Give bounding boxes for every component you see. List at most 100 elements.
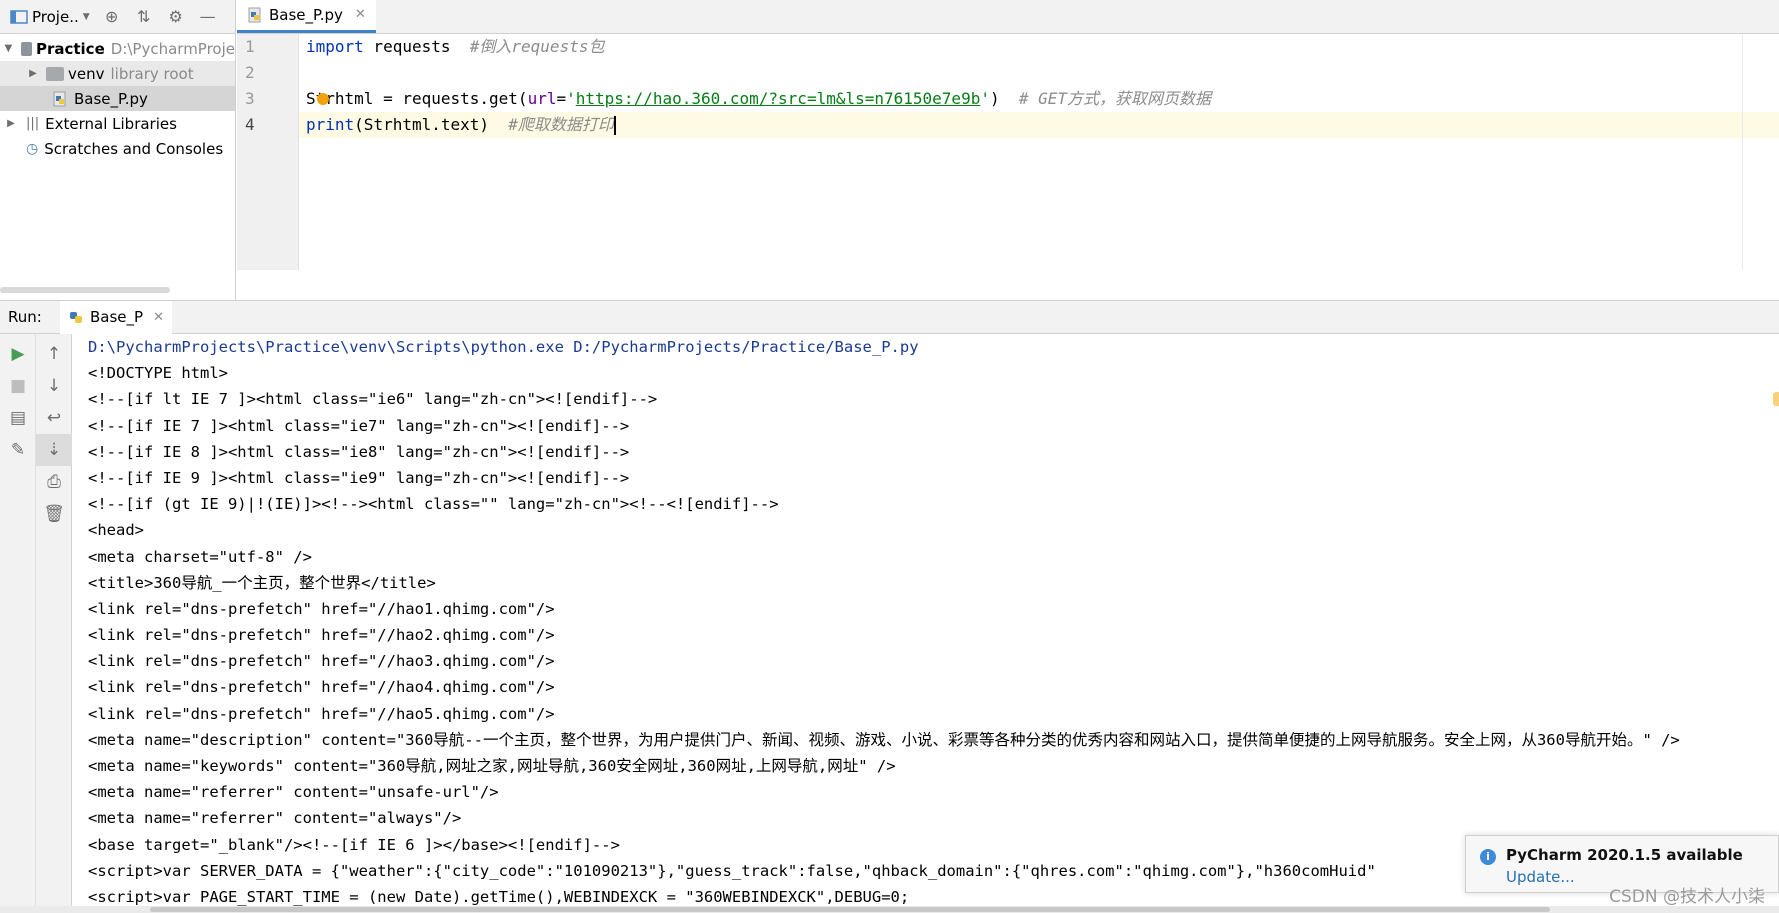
tree-item-practice[interactable]: ▼ Practice D:\PycharmProje [0, 36, 235, 61]
console-line: <link rel="dns-prefetch" href="//hao3.qh… [88, 652, 555, 671]
console-line: <link rel="dns-prefetch" href="//hao4.qh… [88, 678, 555, 697]
tree-item-label: venv [68, 64, 105, 83]
console-line: <head> [88, 521, 144, 540]
close-icon[interactable]: ✕ [153, 310, 164, 325]
update-link[interactable]: Update... [1506, 868, 1575, 886]
console-line: <meta name="referrer" content="always"/> [88, 809, 462, 828]
console-line: <meta name="referrer" content="unsafe-ur… [88, 783, 499, 802]
console-line: <!--[if IE 7 ]><html class="ie7" lang="z… [88, 416, 630, 435]
console-line: <link rel="dns-prefetch" href="//hao1.qh… [88, 599, 555, 618]
tree-item-external-libraries[interactable]: ▶ ||| External Libraries [0, 111, 235, 136]
arrow-up-icon[interactable]: ↑ [36, 338, 72, 370]
library-icon: ||| [26, 116, 40, 131]
run-panel-label: Run: [8, 308, 42, 326]
code-lines: import requests #倒入requests包 Strhtml = r… [299, 34, 1779, 138]
pin-icon[interactable]: ✎ [0, 434, 36, 466]
code-line-4: print(Strhtml.text) #爬取数据打印 [299, 112, 1779, 138]
project-panel: Proje.. ▼ ⊕ ⇅ ⚙ — ▼ Practice D:\PycharmP… [0, 0, 236, 300]
string-quote: ' [980, 89, 990, 108]
code-text: ) [989, 89, 1019, 108]
chevron-right-icon[interactable]: ▶ [26, 68, 40, 79]
comment: # GET方式，获取网页数据 [1018, 89, 1212, 108]
console-horizontal-scrollbar[interactable] [0, 906, 1779, 913]
project-view-title: Proje.. [32, 7, 79, 26]
code-text: (Strhtml.text) [354, 115, 509, 134]
print-icon[interactable]: ⎙ [36, 466, 72, 498]
warning-marker[interactable] [1773, 392, 1779, 406]
tree-item-note: library root [110, 64, 194, 83]
project-toolbar: Proje.. ▼ ⊕ ⇅ ⚙ — [0, 0, 235, 34]
gear-icon[interactable]: ⚙ [166, 7, 186, 27]
comment: #倒入requests包 [469, 37, 605, 56]
tab-label: Base_P.py [269, 5, 343, 24]
string-quote: ' [566, 89, 576, 108]
text-caret [613, 116, 616, 135]
notification-title: PyCharm 2020.1.5 available [1506, 846, 1743, 864]
run-panel-header: Run: Base_P ✕ [0, 300, 1779, 334]
tree-item-base-p[interactable]: Base_P.py [0, 86, 235, 111]
editor-tab-bar: Base_P.py ✕ [237, 0, 1779, 34]
arrow-down-icon[interactable]: ↓ [36, 370, 72, 402]
trash-icon[interactable]: 🗑 [36, 498, 72, 530]
console-line: <!--[if IE 9 ]><html class="ie9" lang="z… [88, 468, 630, 487]
project-window-icon [10, 9, 28, 24]
line-number: 2 [245, 63, 255, 82]
line-gutter: 1 2 3 4 [237, 34, 299, 270]
url-link[interactable]: https://hao.360.com/?src=lm&ls=n76150e7e… [576, 89, 981, 108]
console-line: <!--[if (gt IE 9)|!(IE)]><!--><html clas… [88, 495, 779, 514]
console-line: <title>360导航_一个主页，整个世界</title> [88, 573, 436, 592]
horizontal-scrollbar[interactable] [0, 287, 170, 293]
rerun-icon[interactable]: ▶ [0, 338, 36, 370]
python-file-icon [248, 7, 261, 22]
code-text: Strhtml = requests.get( [306, 89, 528, 108]
hide-panel-icon[interactable]: — [198, 7, 218, 27]
line-number: 1 [245, 37, 255, 56]
stop-icon[interactable]: ■ [0, 370, 36, 402]
layout-icon[interactable]: ▤ [0, 402, 36, 434]
console-line: <link rel="dns-prefetch" href="//hao5.qh… [88, 704, 555, 723]
soft-wrap-icon[interactable]: ↩ [36, 402, 72, 434]
run-tab-label: Base_P [90, 308, 144, 326]
folder-icon [46, 66, 64, 81]
keyword: print [306, 115, 355, 134]
collapse-all-icon[interactable]: ⇅ [134, 7, 154, 27]
run-toolbar-secondary: ↑ ↓ ↩ ⇣ ⎙ 🗑 [36, 334, 72, 913]
tree-item-label: Base_P.py [74, 89, 148, 108]
console-line: <meta name="description" content="360导航-… [88, 730, 1680, 749]
tree-item-label: External Libraries [45, 114, 177, 133]
code-line-3: Strhtml = requests.get(url='https://hao.… [306, 86, 1779, 112]
close-icon[interactable]: ✕ [355, 7, 366, 22]
python-file-icon [53, 91, 66, 106]
console-output[interactable]: D:\PycharmProjects\Practice\venv\Scripts… [88, 334, 1779, 913]
tab-run-base-p[interactable]: Base_P ✕ [60, 300, 172, 334]
tree-item-scratches[interactable]: ◷ Scratches and Consoles [0, 136, 235, 161]
line-number: 3 [245, 89, 255, 108]
python-icon [70, 312, 82, 323]
chevron-right-icon[interactable]: ▶ [4, 118, 18, 129]
line-number: 4 [245, 115, 255, 134]
project-view-selector[interactable]: Proje.. ▼ [10, 8, 90, 26]
scroll-to-end-icon[interactable]: ⇣ [36, 434, 72, 466]
console-line: <!--[if lt IE 7 ]><html class="ie6" lang… [88, 390, 658, 409]
locate-icon[interactable]: ⊕ [102, 7, 122, 27]
code-text: requests [363, 37, 470, 56]
scrollbar-thumb[interactable] [150, 907, 1550, 912]
tree-item-venv[interactable]: ▶ venv library root [0, 61, 235, 86]
tree-item-path: D:\PycharmProje [110, 39, 235, 58]
editor: Base_P.py ✕ 1 2 3 4 import requests #倒入r… [237, 0, 1779, 270]
chevron-down-icon: ▼ [82, 11, 90, 22]
tree-item-label: Practice [35, 39, 105, 58]
comment: #爬取数据打印 [508, 115, 614, 134]
code-line-1: import requests #倒入requests包 [306, 34, 1779, 60]
code-text: = [556, 89, 567, 108]
console-line: <!DOCTYPE html> [88, 364, 228, 383]
info-icon: i [1480, 849, 1496, 865]
chevron-down-icon[interactable]: ▼ [4, 43, 13, 54]
console-line: <meta charset="utf-8" /> [88, 547, 312, 566]
project-tree: ▼ Practice D:\PycharmProje ▶ venv librar… [0, 34, 235, 161]
tab-base-p[interactable]: Base_P.py ✕ [237, 0, 376, 33]
code-area[interactable]: 1 2 3 4 import requests #倒入requests包 Str… [237, 34, 1779, 270]
lightbulb-icon[interactable] [317, 93, 329, 105]
console-line: <meta name="keywords" content="360导航,网址之… [88, 757, 896, 775]
